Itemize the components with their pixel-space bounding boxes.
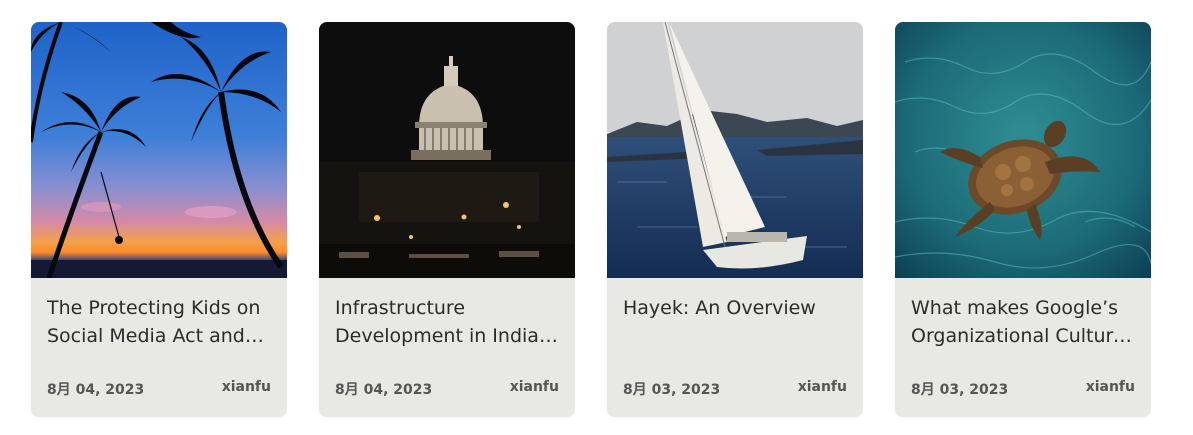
post-meta: 8月 04, 2023 xianfu [335,379,559,399]
post-meta: 8月 03, 2023 xianfu [911,379,1135,399]
post-card[interactable]: Infrastructure Development in India and … [319,22,575,417]
post-card[interactable]: The Protecting Kids on Social Media Act … [31,22,287,417]
post-meta: 8月 04, 2023 xianfu [47,379,271,399]
post-title[interactable]: The Protecting Kids on Social Media Act … [47,294,273,350]
post-card[interactable]: What makes Google’s Organizational Cultu… [895,22,1151,417]
post-author[interactable]: xianfu [798,379,847,399]
post-author[interactable]: xianfu [222,379,271,399]
post-date: 8月 04, 2023 [47,382,145,398]
post-title[interactable]: Hayek: An Overview [623,294,849,322]
post-thumbnail-sailboat[interactable] [607,22,863,278]
post-thumbnail-sea-turtle[interactable] [895,22,1151,278]
post-grid: The Protecting Kids on Social Media Act … [31,22,1151,417]
post-meta: 8月 03, 2023 xianfu [623,379,847,399]
post-title[interactable]: Infrastructure Development in India and … [335,294,561,350]
post-thumbnail-capitol[interactable] [319,22,575,278]
post-author[interactable]: xianfu [1086,379,1135,399]
post-date: 8月 04, 2023 [335,382,433,398]
post-thumbnail-palm-beach[interactable] [31,22,287,278]
post-title[interactable]: What makes Google’s Organizational Cultu… [911,294,1137,350]
post-author[interactable]: xianfu [510,379,559,399]
post-card[interactable]: Hayek: An Overview 8月 03, 2023 xianfu [607,22,863,417]
post-date: 8月 03, 2023 [623,382,721,398]
post-date: 8月 03, 2023 [911,382,1009,398]
